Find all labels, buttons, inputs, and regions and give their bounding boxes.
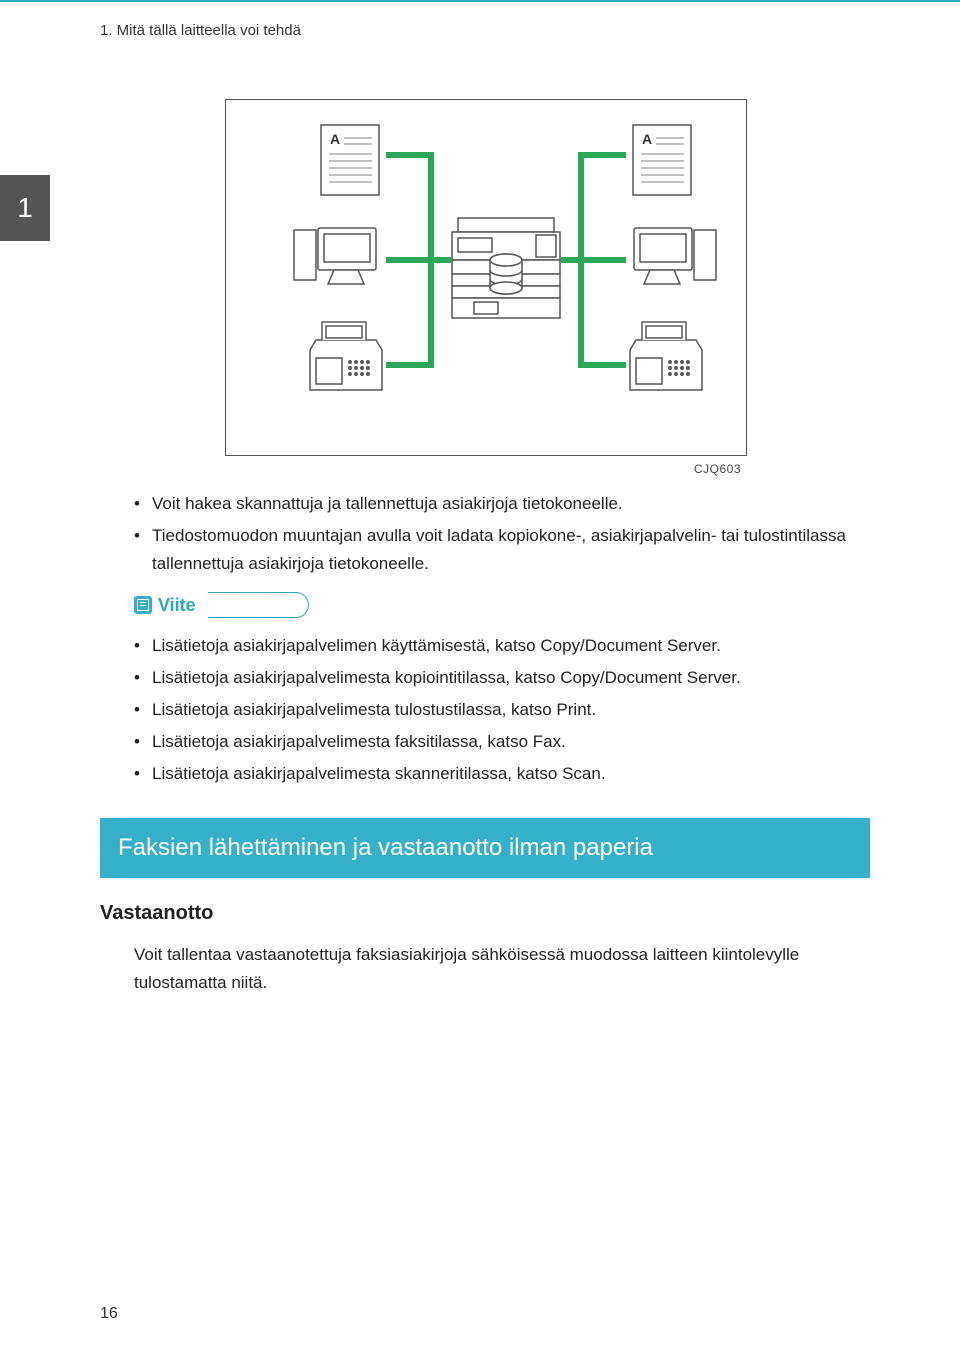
list-item: Lisätietoja asiakirjapalvelimesta kopioi…	[134, 664, 870, 692]
page: 1. Mitä tällä laitteella voi tehdä 1	[0, 0, 960, 1363]
computer-icon	[294, 228, 376, 284]
reference-rule	[208, 592, 309, 618]
document-icon: A	[321, 125, 379, 195]
chapter-tab: 1	[0, 175, 50, 241]
sub-heading: Vastaanotto	[100, 902, 870, 925]
fax-icon	[630, 322, 702, 390]
reference-bullets: Lisätietoja asiakirjapalvelimen käyttämi…	[100, 632, 870, 788]
printer-icon	[452, 218, 560, 318]
network-diagram-icon: A A	[225, 99, 747, 456]
list-item: Lisätietoja asiakirjapalvelimesta tulost…	[134, 696, 870, 724]
section-banner: Faksien lähettäminen ja vastaanotto ilma…	[100, 818, 870, 878]
list-item: Voit hakea skannattuja ja tallennettuja …	[134, 490, 870, 518]
computer-icon	[634, 228, 716, 284]
body-paragraph: Voit tallentaa vastaanotettuja faksiasia…	[100, 941, 870, 997]
intro-bullets: Voit hakea skannattuja ja tallennettuja …	[100, 490, 870, 578]
list-item: Lisätietoja asiakirjapalvelimen käyttämi…	[134, 632, 870, 660]
chapter-header: 1. Mitä tällä laitteella voi tehdä	[0, 8, 960, 39]
svg-text:A: A	[330, 131, 340, 147]
page-number: 16	[100, 1305, 118, 1323]
content-area: A A	[0, 39, 960, 997]
fax-icon	[310, 322, 382, 390]
list-item: Lisätietoja asiakirjapalvelimesta skanne…	[134, 760, 870, 788]
list-item: Tiedostomuodon muuntajan avulla voit lad…	[134, 522, 870, 578]
diagram-figure: A A	[225, 99, 745, 476]
reference-label: Viite	[158, 595, 208, 616]
figure-code: CJQ603	[225, 462, 741, 476]
document-icon: A	[633, 125, 691, 195]
reference-heading: Viite	[134, 592, 870, 618]
svg-text:A: A	[642, 131, 652, 147]
list-item: Lisätietoja asiakirjapalvelimesta faksit…	[134, 728, 870, 756]
reference-icon	[134, 596, 152, 614]
top-rule	[0, 0, 960, 2]
